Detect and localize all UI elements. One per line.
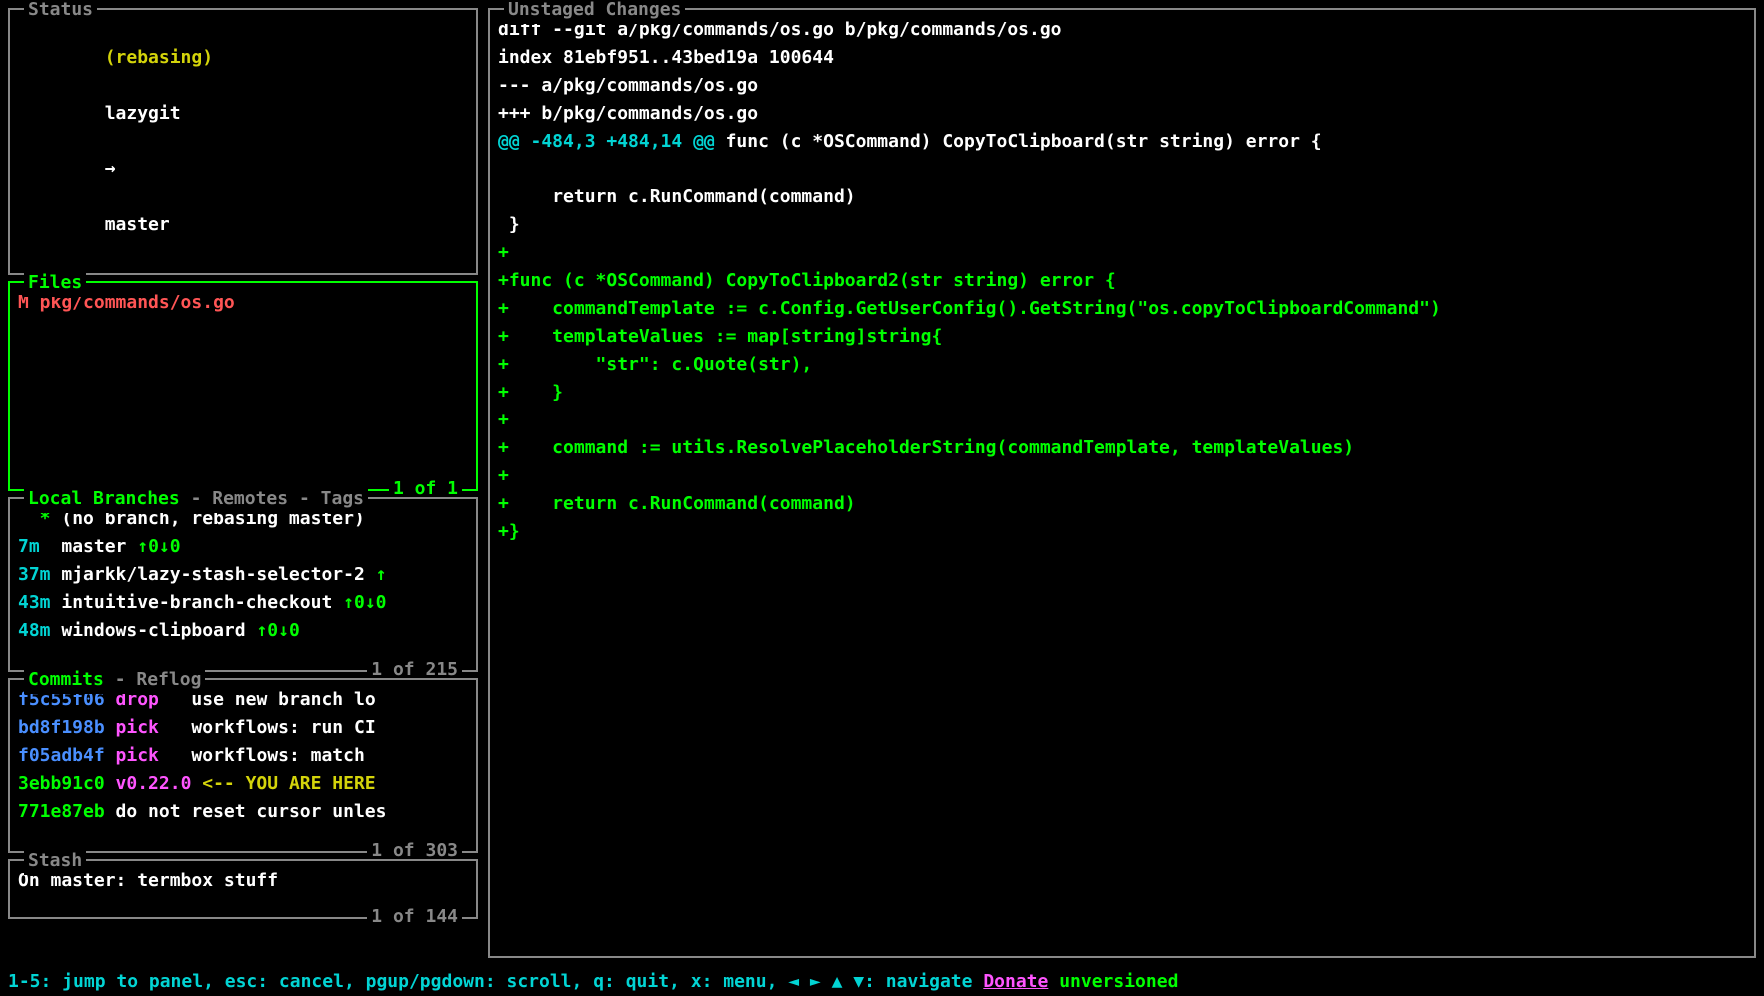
diff-line: +} (498, 518, 1746, 546)
diff-line: +++ b/pkg/commands/os.go (498, 100, 1746, 128)
status-panel[interactable]: Status (rebasing) lazygit → master (8, 8, 478, 275)
branches-tabs: Local Branches - Remotes - Tags (24, 485, 368, 513)
diff-line (498, 155, 1746, 183)
branch-item[interactable]: 43m intuitive-branch-checkout ↑0↓0 (18, 589, 468, 617)
stash-title: Stash (24, 847, 86, 875)
status-title: Status (24, 0, 97, 24)
diff-line: + } (498, 379, 1746, 407)
commits-panel[interactable]: Commits - Reflog f5c55f06 drop use new b… (8, 678, 478, 853)
diff-line: + (498, 239, 1746, 267)
diff-line: } (498, 211, 1746, 239)
diff-line: index 81ebf951..43bed19a 100644 (498, 44, 1746, 72)
diff-line: + return c.RunCommand(command) (498, 490, 1746, 518)
branches-panel[interactable]: Local Branches - Remotes - Tags * (no br… (8, 497, 478, 672)
stash-count: 1 of 144 (367, 903, 462, 931)
files-title: Files (24, 269, 86, 297)
diff-title: Unstaged Changes (504, 0, 685, 24)
diff-line: + "str": c.Quote(str), (498, 351, 1746, 379)
diff-line: + (498, 462, 1746, 490)
branch-item[interactable]: 48m windows-clipboard ↑0↓0 (18, 617, 468, 645)
branch-item[interactable]: 37m mjarkk/lazy-stash-selector-2 ↑ (18, 561, 468, 589)
donate-link[interactable]: Donate (983, 971, 1048, 992)
footer-keys: 1-5: jump to panel, esc: cancel, pgup/pg… (8, 971, 983, 992)
diff-line: + (498, 406, 1746, 434)
commit-item[interactable]: f05adb4f pick workflows: match (18, 742, 468, 770)
stash-panel[interactable]: Stash On master: termbox stuff 1 of 144 (8, 859, 478, 919)
diff-line: + templateValues := map[string]string{ (498, 323, 1746, 351)
diff-line: --- a/pkg/commands/os.go (498, 72, 1746, 100)
diff-panel[interactable]: Unstaged Changes diff --git a/pkg/comman… (488, 8, 1756, 958)
diff-line: +func (c *OSCommand) CopyToClipboard2(st… (498, 267, 1746, 295)
commit-item[interactable]: bd8f198b pick workflows: run CI (18, 714, 468, 742)
commits-tabs: Commits - Reflog (24, 666, 205, 694)
footer-bar: 1-5: jump to panel, esc: cancel, pgup/pg… (8, 968, 1756, 996)
diff-line: + commandTemplate := c.Config.GetUserCon… (498, 295, 1746, 323)
diff-line: return c.RunCommand(command) (498, 183, 1746, 211)
files-panel[interactable]: Files M pkg/commands/os.go 1 of 1 (8, 281, 478, 491)
diff-line: @@ -484,3 +484,14 @@ func (c *OSCommand)… (498, 128, 1746, 156)
footer-tail: unversioned (1048, 971, 1178, 992)
commit-item[interactable]: 771e87eb do not reset cursor unles (18, 798, 468, 826)
commit-item[interactable]: 3ebb91c0 v0.22.0 <-- YOU ARE HERE (18, 770, 468, 798)
diff-line: + command := utils.ResolvePlaceholderStr… (498, 434, 1746, 462)
status-line: (rebasing) lazygit → master (18, 16, 468, 267)
branch-item[interactable]: 7m master ↑0↓0 (18, 533, 468, 561)
